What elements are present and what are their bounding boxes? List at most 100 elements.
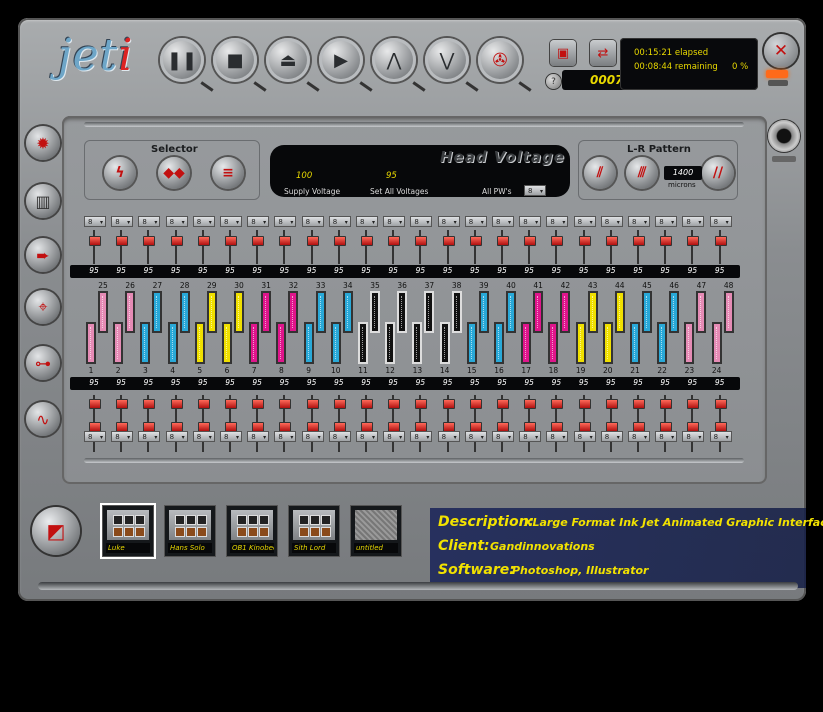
voltage-value-top[interactable]: 95 <box>601 266 621 275</box>
stop-button[interactable]: ■ <box>213 38 267 92</box>
pw-dropdown-bottom[interactable]: 8 <box>274 431 297 443</box>
fader-top[interactable] <box>224 230 237 264</box>
fader-top[interactable] <box>170 230 183 264</box>
pw-dropdown-top[interactable]: 8 <box>709 216 732 228</box>
pw-dropdown-top[interactable]: 8 <box>573 216 596 228</box>
fader-top[interactable] <box>659 230 673 264</box>
head-cartridge-top[interactable] <box>506 291 516 333</box>
fader-top[interactable] <box>115 230 129 264</box>
color-profile-icon[interactable]: ◩ <box>32 507 80 555</box>
voltage-value-bottom[interactable]: 95 <box>628 378 648 387</box>
head-cartridge-bottom[interactable] <box>575 322 586 364</box>
voltage-value-top[interactable]: 95 <box>138 266 158 275</box>
voltage-value-top[interactable]: 95 <box>111 266 131 275</box>
pw-dropdown-bottom[interactable]: 8 <box>383 431 406 443</box>
voltage-value-top[interactable]: 95 <box>274 266 294 275</box>
close-icon[interactable]: ✕ <box>764 34 798 68</box>
pw-dropdown-bottom[interactable]: 8 <box>111 431 134 443</box>
pw-dropdown-bottom[interactable]: 8 <box>709 431 732 443</box>
head-cartridge-top[interactable] <box>152 291 163 333</box>
preset-item[interactable]: OB1 Kinobee <box>226 505 278 557</box>
head-cartridge-top[interactable] <box>669 291 680 333</box>
fan-button[interactable]: ✇ <box>478 38 532 92</box>
pw-dropdown-bottom[interactable]: 8 <box>192 431 215 443</box>
pw-dropdown-top[interactable]: 8 <box>546 216 569 228</box>
head-cartridge-top[interactable] <box>179 291 190 333</box>
pw-dropdown-top[interactable]: 8 <box>437 216 460 228</box>
head-cartridge-bottom[interactable] <box>303 322 314 364</box>
pw-dropdown-top[interactable]: 8 <box>410 216 433 228</box>
head-cartridge-bottom[interactable] <box>602 322 613 364</box>
fader-top[interactable] <box>306 230 319 264</box>
preset-item[interactable]: Sith Lord <box>288 505 340 557</box>
pw-dropdown-bottom[interactable]: 8 <box>492 431 514 443</box>
pw-dropdown-top[interactable]: 8 <box>274 216 297 228</box>
voltage-value-top[interactable]: 95 <box>302 266 322 275</box>
head-cartridge-top[interactable] <box>587 291 598 333</box>
head-cartridge-top[interactable] <box>234 291 244 333</box>
fader-top[interactable] <box>197 230 210 264</box>
voltage-value-bottom[interactable]: 95 <box>438 378 458 387</box>
voltage-value-bottom[interactable]: 95 <box>247 378 267 387</box>
preset-item[interactable]: Luke <box>102 505 154 557</box>
up-chevrons-button[interactable]: ⋀ <box>372 38 426 92</box>
voltage-value-bottom[interactable]: 95 <box>546 378 566 387</box>
head-cartridge-top[interactable] <box>424 291 435 333</box>
head-cartridge-bottom[interactable] <box>494 322 504 364</box>
voltage-value-bottom[interactable]: 95 <box>465 378 485 387</box>
double-slash-icon[interactable]: // <box>702 157 734 189</box>
voltage-value-top[interactable]: 95 <box>465 266 485 275</box>
head-cartridge-bottom[interactable] <box>630 322 640 364</box>
swap-direction-button[interactable]: ⇄ <box>590 40 616 66</box>
pw-dropdown-top[interactable]: 8 <box>383 216 406 228</box>
head-cartridge-top[interactable] <box>533 291 544 333</box>
pw-dropdown-bottom[interactable]: 8 <box>600 431 623 443</box>
head-cartridge-top[interactable] <box>206 291 217 333</box>
voltage-value-bottom[interactable]: 95 <box>166 378 186 387</box>
voltage-value-bottom[interactable]: 95 <box>274 378 294 387</box>
pw-dropdown-top[interactable]: 8 <box>84 216 106 228</box>
voltage-value-bottom[interactable]: 95 <box>84 378 104 387</box>
fader-top[interactable] <box>414 230 428 264</box>
pw-dropdown-bottom[interactable]: 8 <box>682 431 705 443</box>
voltage-value-bottom[interactable]: 95 <box>519 378 539 387</box>
head-cartridge-bottom[interactable] <box>521 322 532 364</box>
fader-top[interactable] <box>251 230 265 264</box>
voltage-value-bottom[interactable]: 95 <box>356 378 376 387</box>
fader-top[interactable] <box>550 230 564 264</box>
pw-dropdown-bottom[interactable]: 8 <box>437 431 460 443</box>
voltage-value-top[interactable]: 95 <box>220 266 240 275</box>
head-cartridge-top[interactable] <box>696 291 707 333</box>
pw-dropdown-top[interactable]: 8 <box>492 216 514 228</box>
head-cartridge-top[interactable] <box>315 291 326 333</box>
pw-dropdown-bottom[interactable]: 8 <box>628 431 650 443</box>
preset-item[interactable]: untitled <box>350 505 402 557</box>
pw-dropdown-top[interactable]: 8 <box>165 216 188 228</box>
voltage-value-top[interactable]: 95 <box>193 266 213 275</box>
voltage-value-bottom[interactable]: 95 <box>492 378 512 387</box>
head-cartridge-top[interactable] <box>642 291 652 333</box>
head-cartridge-bottom[interactable] <box>167 322 178 364</box>
pw-dropdown-bottom[interactable]: 8 <box>301 431 324 443</box>
color-bars-icon[interactable]: ▥ <box>26 184 60 218</box>
head-cartridge-bottom[interactable] <box>249 322 260 364</box>
pw-dropdown-top[interactable]: 8 <box>356 216 378 228</box>
head-cartridge-bottom[interactable] <box>276 322 287 364</box>
lines-icon[interactable]: ≡ <box>212 157 244 189</box>
pw-dropdown-bottom[interactable]: 8 <box>464 431 487 443</box>
fader-top[interactable] <box>387 230 401 264</box>
head-cartridge-bottom[interactable] <box>684 322 695 364</box>
head-cartridge-bottom[interactable] <box>222 322 232 364</box>
voltage-value-bottom[interactable]: 95 <box>574 378 594 387</box>
fader-top[interactable] <box>578 230 591 264</box>
lightning-icon[interactable]: ϟ <box>104 157 136 189</box>
fader-top[interactable] <box>496 230 509 264</box>
all-pws-dropdown[interactable]: 8 <box>524 185 546 197</box>
voltage-value-top[interactable]: 95 <box>166 266 186 275</box>
voltage-value-top[interactable]: 95 <box>356 266 376 275</box>
pw-dropdown-bottom[interactable]: 8 <box>655 431 678 443</box>
down-chevrons-button[interactable]: ⋁ <box>425 38 479 92</box>
head-cartridge-bottom[interactable] <box>439 322 450 364</box>
fader-top[interactable] <box>714 230 727 264</box>
voltage-value-top[interactable]: 95 <box>492 266 512 275</box>
